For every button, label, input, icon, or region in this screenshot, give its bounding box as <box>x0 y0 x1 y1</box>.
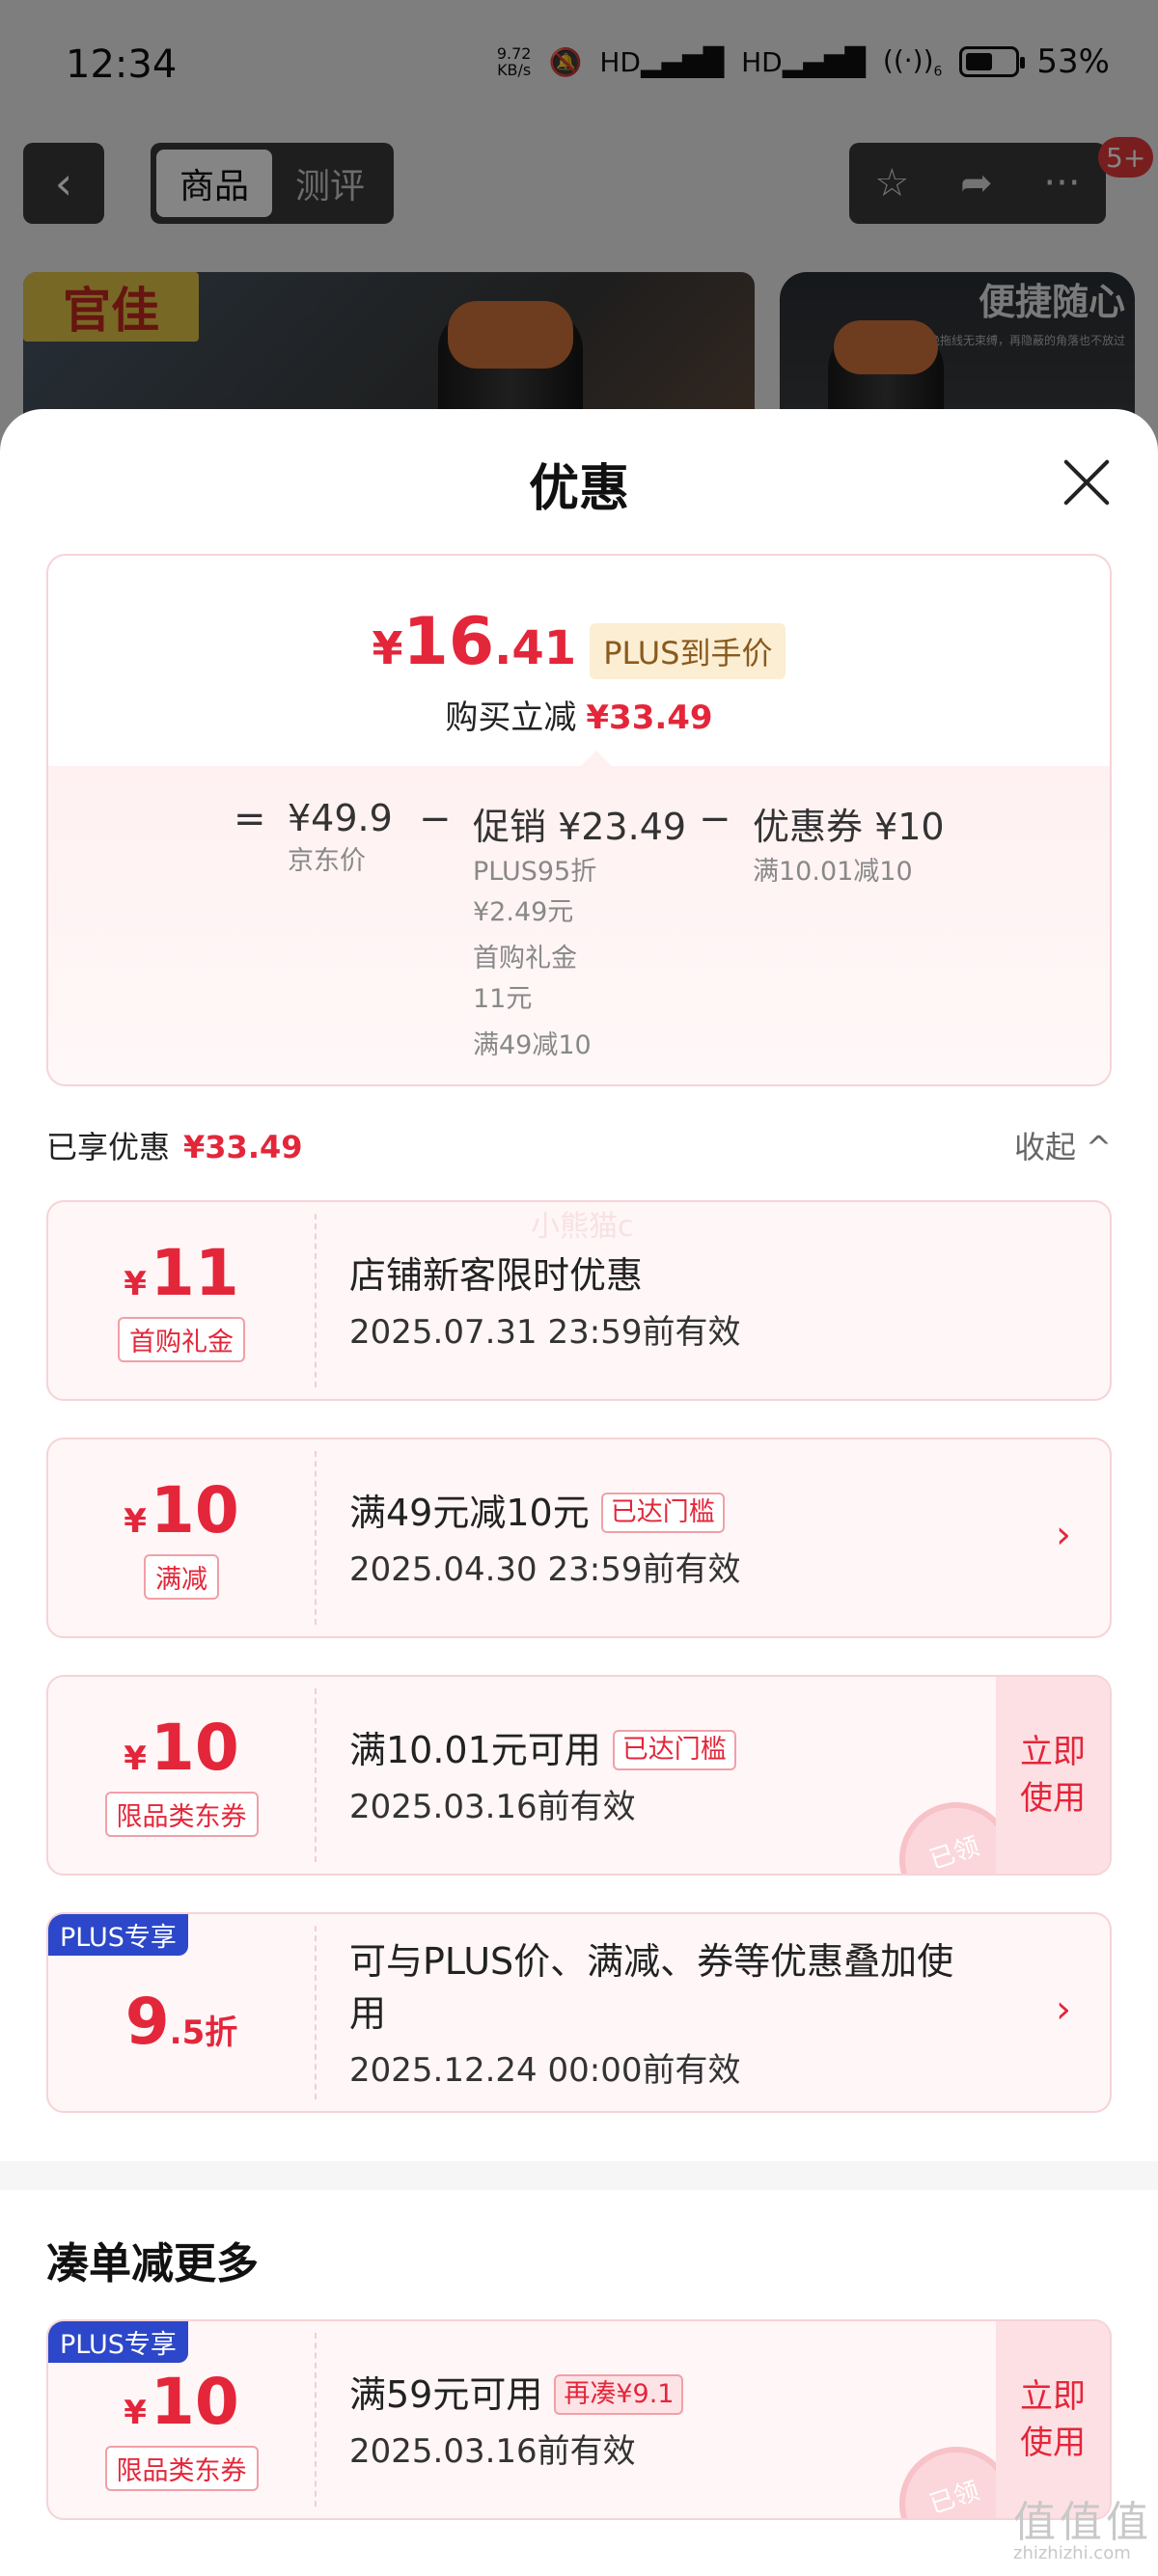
coupon-type-tag: 限品类东券 <box>104 1791 259 1837</box>
site-watermark: 值值值 <box>1013 2498 1152 2547</box>
watermark-mid: 小熊猫c <box>531 1210 634 1244</box>
product-page-background: 12:34 9.72 KB/s 🔕 HD▂▄▆█ HD▂▄▆█ ((·))6 5… <box>0 0 1158 453</box>
sheet-title: 优惠 <box>528 460 629 518</box>
section-divider <box>0 2161 1158 2190</box>
plus-price-tag: PLUS到手价 <box>590 623 786 679</box>
final-price: ¥16.41 <box>372 604 577 680</box>
coupon-amount: ¥10 <box>124 2364 239 2439</box>
calc-coupon: 优惠券 ¥10 满10.01减10 <box>753 806 945 887</box>
threshold-badge: 已达门槛 <box>600 1492 725 1533</box>
final-price-row: ¥16.41 PLUS到手价 <box>48 604 1110 680</box>
coupon-amount: ¥11 <box>124 1235 239 1310</box>
coupon-date: 2025.03.16前有效 <box>349 2431 636 2471</box>
coupon-card-new-customer[interactable]: ¥11 首购礼金 店铺新客限时优惠 2025.07.31 23:59前有效 小熊… <box>46 1200 1112 1401</box>
coupon-amount: ¥10 <box>124 1710 239 1785</box>
add-more-badge: 再凑¥9.1 <box>554 2373 684 2415</box>
price-summary-card: ¥16.41 PLUS到手价 购买立减 ¥33.49 = ¥49.9 京东价 − … <box>46 554 1112 1086</box>
coupon-amount: 9.5折 <box>124 1985 238 2059</box>
discount-sheet: 优惠 ¥16.41 PLUS到手价 购买立减 ¥33.49 = ¥49.9 京东价… <box>0 409 1158 2576</box>
coupon-card-category[interactable]: ¥10 限品类东券 满10.01元可用 已达门槛 2025.03.16前有效 已领… <box>46 1675 1112 1876</box>
coupon-date: 2025.04.30 23:59前有效 <box>349 1549 741 1589</box>
more-section-title: 凑单减更多 <box>46 2239 259 2288</box>
calc-promo: 促销 ¥23.49 PLUS95折 ¥2.49元 首购礼金 11元 满49减10 <box>473 806 687 1060</box>
coupon-title: 可与PLUS价、满减、券等优惠叠加使用 <box>349 1939 954 2035</box>
coupon-type-tag: 满减 <box>144 1553 219 1600</box>
coupon-card-full-reduction[interactable]: ¥10 满减 满49元减10元 已达门槛 2025.04.30 23:59前有效 … <box>46 1438 1112 1638</box>
chevron-right-icon[interactable]: › <box>1056 1987 1071 2032</box>
threshold-badge: 已达门槛 <box>612 1729 736 1770</box>
coupon-title: 满10.01元可用 已达门槛 <box>349 1724 984 1776</box>
coupon-date: 2025.03.16前有效 <box>349 1787 636 1826</box>
enjoyed-discount-row: 已享优惠 ¥33.49 收起 ^ <box>46 1119 1112 1167</box>
coupon-card-more[interactable]: PLUS专享 ¥10 限品类东券 满59元可用 再凑¥9.1 2025.03.16… <box>46 2319 1112 2520</box>
modal-overlay[interactable] <box>0 0 1158 453</box>
coupon-date: 2025.07.31 23:59前有效 <box>349 1312 741 1352</box>
use-now-button[interactable]: 立即 使用 <box>996 1677 1110 1874</box>
close-icon[interactable] <box>1052 448 1121 517</box>
coupon-type-tag: 限品类东券 <box>104 2445 259 2491</box>
calc-equals: = <box>234 797 266 841</box>
coupon-card-plus[interactable]: PLUS专享 9.5折 可与PLUS价、满减、券等优惠叠加使用 2025.12.… <box>46 1912 1112 2113</box>
coupon-title: 满59元可用 再凑¥9.1 <box>349 2369 984 2421</box>
calc-jd-price: ¥49.9 京东价 <box>288 797 393 876</box>
reduce-row: 购买立减 ¥33.49 <box>445 699 713 737</box>
coupon-title: 店铺新客限时优惠 <box>349 1253 644 1297</box>
site-watermark-domain: zhizhizhi.com <box>1013 2543 1131 2563</box>
collapse-button[interactable]: 收起 ^ <box>1014 1123 1112 1167</box>
chevron-right-icon[interactable]: › <box>1056 1513 1071 1557</box>
calc-minus-1: − <box>419 797 452 841</box>
coupon-type-tag: 首购礼金 <box>118 1316 245 1362</box>
calc-minus-2: − <box>699 797 731 841</box>
coupon-amount: ¥10 <box>124 1472 239 1548</box>
coupon-title: 满49元减10元 已达门槛 <box>349 1487 984 1539</box>
enjoyed-label: 已享优惠 ¥33.49 <box>46 1129 303 1165</box>
coupon-date: 2025.12.24 00:00前有效 <box>349 2050 741 2090</box>
